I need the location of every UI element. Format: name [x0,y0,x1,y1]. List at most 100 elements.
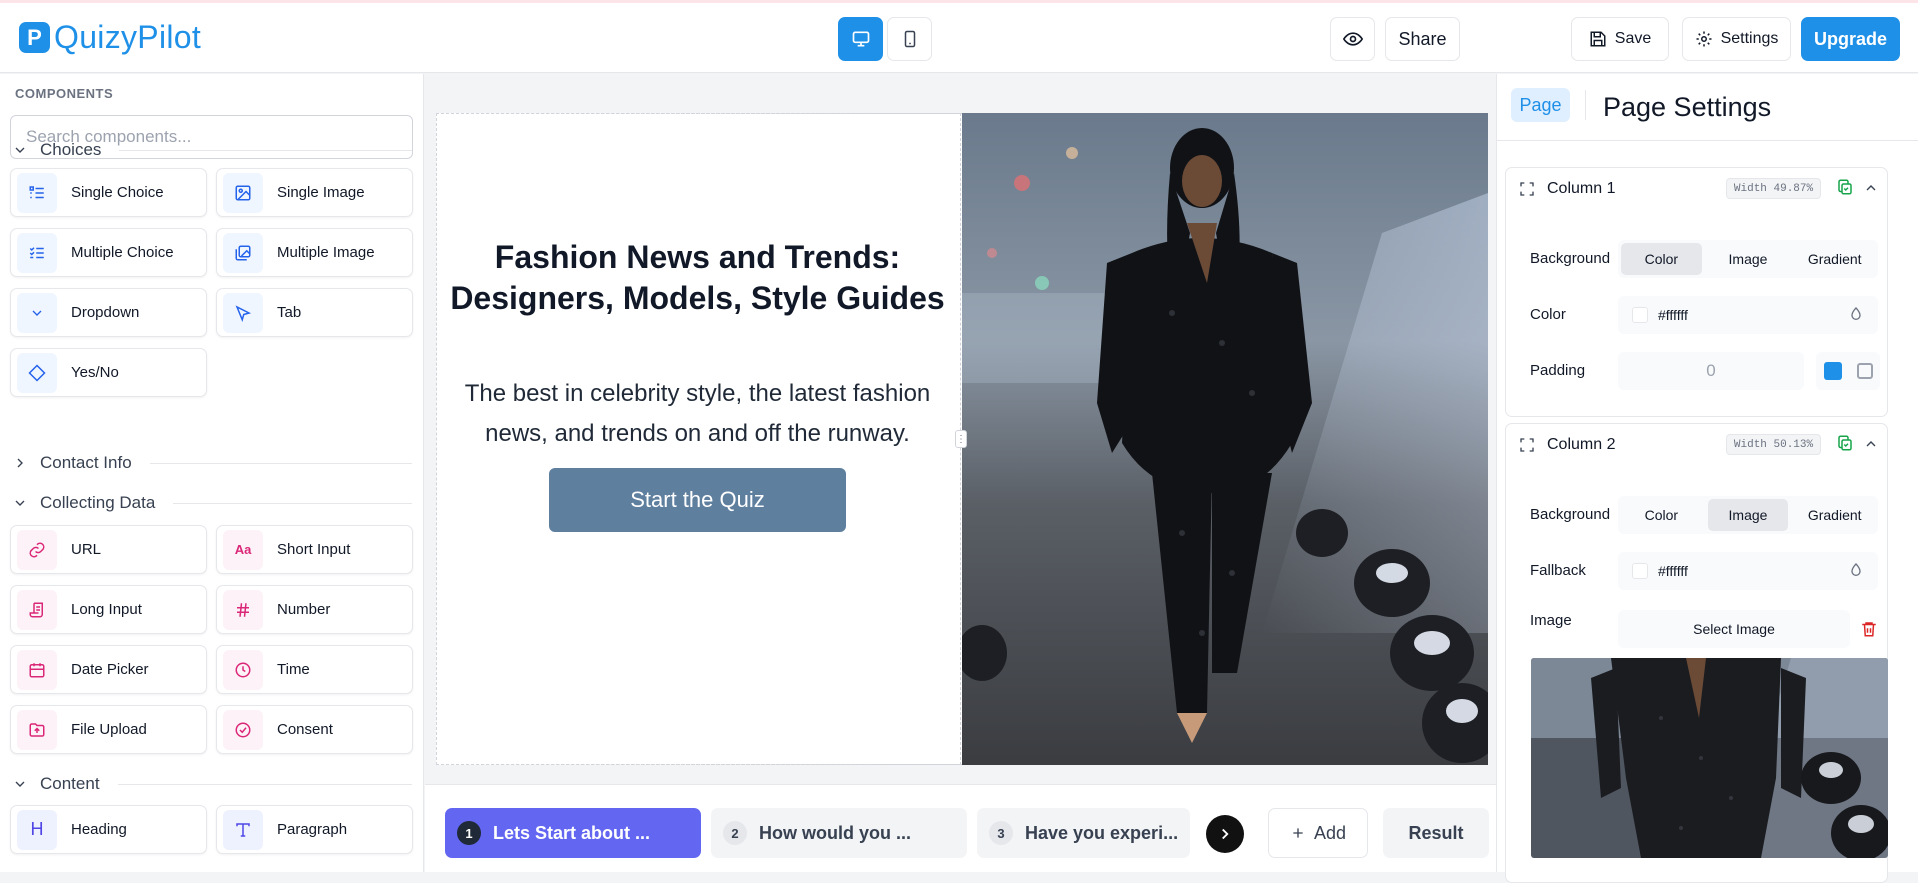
component-short-input[interactable]: Aa Short Input [216,525,413,574]
check-circle-icon [223,709,263,750]
column-resize-handle[interactable]: ⋮ [955,430,967,448]
add-page-button[interactable]: Add [1268,808,1368,858]
droplet-icon[interactable] [1848,306,1864,322]
bg-option-color[interactable]: Color [1621,499,1702,531]
color-value: #ffffff [1658,307,1688,323]
section-contact-info[interactable]: Contact Info [12,453,412,473]
component-url[interactable]: URL [10,525,207,574]
select-image-button[interactable]: Select Image [1618,610,1850,648]
padding-input[interactable]: 0 [1618,352,1804,390]
start-quiz-button[interactable]: Start the Quiz [549,468,846,532]
bg-option-image[interactable]: Image [1708,243,1789,275]
eye-icon [1342,32,1363,46]
page-number: 1 [457,821,481,845]
padding-all-icon[interactable] [1823,362,1842,380]
bg-option-image[interactable]: Image [1707,499,1789,531]
component-tab[interactable]: Tab [216,288,413,337]
component-dropdown[interactable]: Dropdown [10,288,207,337]
component-label: Multiple Image [277,244,375,261]
chevron-down-icon [15,500,25,506]
chevron-up-icon[interactable] [1863,436,1879,452]
bg-option-color[interactable]: Color [1621,243,1702,275]
next-pages-button[interactable] [1206,815,1244,853]
hero-subtitle[interactable]: The best in celebrity style, the latest … [445,374,950,454]
monitor-icon [852,31,869,47]
chevron-up-icon[interactable] [1863,180,1879,196]
components-title: COMPONENTS [15,86,114,101]
upgrade-button[interactable]: Upgrade [1801,17,1900,61]
images-icon [223,232,263,273]
component-single-choice[interactable]: Single Choice [10,168,207,217]
column-1-header[interactable]: Column 1 [1519,180,1615,198]
component-label: Paragraph [277,821,348,838]
image-label: Image [1530,612,1572,629]
component-long-input[interactable]: Long Input [10,585,207,634]
save-label: Save [1614,30,1652,47]
save-button[interactable]: Save [1571,17,1669,61]
type-icon [223,809,263,850]
bg-option-gradient[interactable]: Gradient [1794,499,1875,531]
chevron-down-icon [15,147,25,153]
hash-icon [223,589,263,630]
runway-model-thumbnail [1531,658,1888,858]
column-title: Column 1 [1547,180,1616,197]
background-type-toggle: Color Image Gradient [1618,496,1878,534]
logo-mark: P [19,22,50,53]
page-tab-button[interactable]: Page [1511,88,1570,122]
column-2-header[interactable]: Column 2 [1519,436,1615,454]
droplet-icon[interactable] [1848,562,1864,578]
settings-button[interactable]: Settings [1682,17,1791,61]
width-badge: Width 49.87% [1726,178,1821,199]
column-2-image[interactable] [962,113,1488,765]
fallback-label: Fallback [1530,562,1586,579]
bg-option-gradient[interactable]: Gradient [1794,243,1875,275]
section-collecting-data[interactable]: Collecting Data [12,493,412,513]
link-icon [17,529,57,570]
page-tab-1[interactable]: 1 Lets Start about ... [445,808,701,858]
page-tab-3[interactable]: 3 Have you experi... [977,808,1190,858]
component-heading[interactable]: H Heading [10,805,207,854]
runway-model-photo [962,113,1488,765]
padding-individual-icon[interactable] [1856,363,1873,379]
component-label: Yes/No [71,364,119,381]
component-yes-no[interactable]: Yes/No [10,348,207,397]
column-1-settings: Column 1 Width 49.87% Background Color I… [1505,167,1888,417]
result-page-button[interactable]: Result [1383,808,1489,858]
color-swatch[interactable] [1632,563,1648,579]
component-label: Heading [71,821,127,838]
desktop-view-button[interactable] [838,17,883,61]
folder-upload-icon [17,709,57,750]
fallback-color-field[interactable]: #ffffff [1618,552,1878,590]
mobile-view-button[interactable] [887,17,932,61]
background-type-toggle: Color Image Gradient [1618,240,1878,278]
page-tab-label: How would you ... [759,822,911,843]
component-single-image[interactable]: Single Image [216,168,413,217]
plus-icon [1293,828,1303,838]
section-choices[interactable]: Choices [12,140,412,160]
preview-button[interactable] [1330,17,1375,61]
hero-title[interactable]: Fashion News and Trends: Designers, Mode… [450,237,945,319]
copy-icon[interactable] [1836,434,1854,452]
component-paragraph[interactable]: Paragraph [216,805,413,854]
section-content[interactable]: Content [12,774,412,794]
component-label: Number [277,601,331,618]
component-label: Single Image [277,184,365,201]
copy-icon[interactable] [1836,178,1854,196]
page-tab-2[interactable]: 2 How would you ... [711,808,967,858]
component-number[interactable]: Number [216,585,413,634]
component-consent[interactable]: Consent [216,705,413,754]
component-label: Date Picker [71,661,149,678]
color-swatch[interactable] [1632,307,1648,323]
trash-icon[interactable] [1860,620,1878,638]
text-aa-icon: Aa [223,529,263,570]
component-multiple-choice[interactable]: Multiple Choice [10,228,207,277]
page-number: 2 [723,821,747,845]
component-date-picker[interactable]: Date Picker [10,645,207,694]
share-button[interactable]: Share [1385,17,1460,61]
component-time[interactable]: Time [216,645,413,694]
add-label: Add [1313,822,1347,843]
component-multiple-image[interactable]: Multiple Image [216,228,413,277]
color-field[interactable]: #ffffff [1618,296,1878,334]
component-file-upload[interactable]: File Upload [10,705,207,754]
logo[interactable]: P QuizyPilot [19,19,201,56]
